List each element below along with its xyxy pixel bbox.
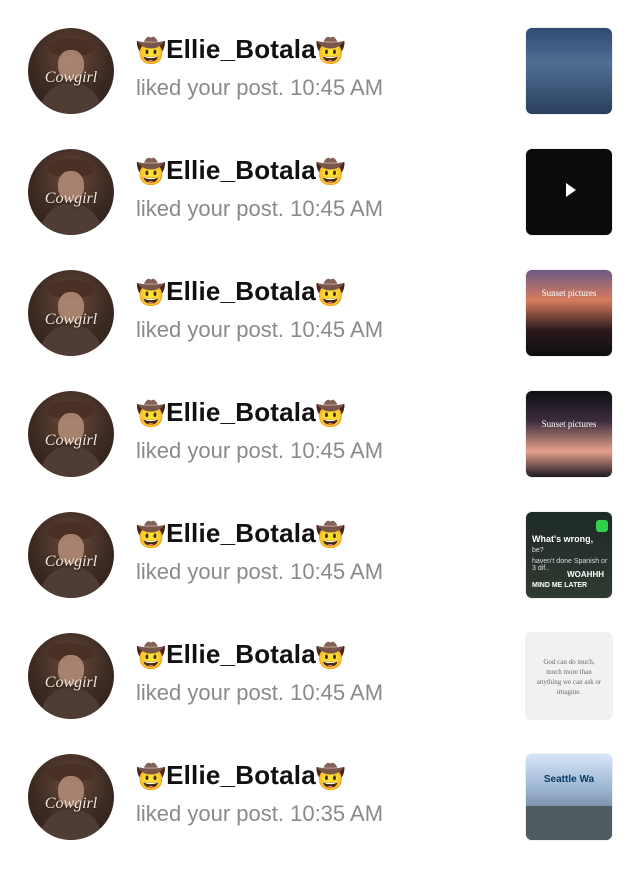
notification-text: liked your post. 10:45 AM <box>136 559 383 585</box>
shirt-shape <box>40 688 102 719</box>
message-text: liked your post. <box>136 196 284 221</box>
username-text: Ellie_Botala <box>166 518 316 548</box>
notification-text: liked your post. 10:35 AM <box>136 801 383 827</box>
timestamp: 10:45 AM <box>290 196 384 221</box>
username-text: Ellie_Botala <box>166 760 316 790</box>
notification-text: liked your post. 10:45 AM <box>136 196 383 222</box>
cowboy-emoji-icon: 🤠 <box>136 38 167 65</box>
cowboy-emoji-icon: 🤠 <box>136 764 167 791</box>
post-thumbnail[interactable]: Sunset pictures <box>526 270 612 356</box>
message-text: liked your post. <box>136 680 284 705</box>
avatar-logo-text: Cowgirl <box>44 69 98 86</box>
avatar[interactable]: Cowgirl <box>28 149 114 235</box>
message-text: liked your post. <box>136 438 284 463</box>
avatar-logo-text: Cowgirl <box>44 432 98 449</box>
timestamp: 10:45 AM <box>290 438 384 463</box>
shirt-shape <box>40 83 102 114</box>
notification-row[interactable]: Cowgirl 🤠Ellie_Botala🤠 liked your post. … <box>0 391 640 511</box>
play-icon <box>566 183 576 197</box>
thumbnail-caption: Sunset pictures <box>541 288 597 298</box>
thumbnail-title: What's wrong, <box>532 534 594 544</box>
road-shape <box>526 806 612 840</box>
username[interactable]: 🤠Ellie_Botala🤠 <box>136 760 346 792</box>
cowboy-emoji-icon: 🤠 <box>315 280 346 307</box>
username-text: Ellie_Botala <box>166 639 316 669</box>
username[interactable]: 🤠Ellie_Botala🤠 <box>136 639 346 671</box>
cowboy-emoji-icon: 🤠 <box>136 401 167 428</box>
notification-row[interactable]: Cowgirl 🤠Ellie_Botala🤠 liked your post. … <box>0 633 640 753</box>
thumbnail-caption: Sunset pictures <box>541 419 597 429</box>
notification-text: liked your post. 10:45 AM <box>136 680 383 706</box>
notification-row[interactable]: Cowgirl 🤠Ellie_Botala🤠 liked your post. … <box>0 149 640 269</box>
avatar-logo-text: Cowgirl <box>44 795 98 812</box>
shirt-shape <box>40 446 102 477</box>
message-text: liked your post. <box>136 801 284 826</box>
avatar-logo-text: Cowgirl <box>44 553 98 570</box>
username[interactable]: 🤠Ellie_Botala🤠 <box>136 397 346 429</box>
cowboy-emoji-icon: 🤠 <box>136 643 167 670</box>
post-thumbnail[interactable] <box>526 149 612 235</box>
message-text: liked your post. <box>136 559 284 584</box>
thumbnail-shout: WOAHHH <box>567 570 604 579</box>
timestamp: 10:45 AM <box>290 559 384 584</box>
username-text: Ellie_Botala <box>166 155 316 185</box>
username-text: Ellie_Botala <box>166 34 316 64</box>
username[interactable]: 🤠Ellie_Botala🤠 <box>136 34 346 66</box>
notification-list: Cowgirl 🤠Ellie_Botala🤠 liked your post. … <box>0 0 640 853</box>
cowboy-emoji-icon: 🤠 <box>315 522 346 549</box>
timestamp: 10:45 AM <box>290 317 384 342</box>
cowboy-emoji-icon: 🤠 <box>315 643 346 670</box>
timestamp: 10:45 AM <box>290 680 384 705</box>
notification-row[interactable]: Cowgirl 🤠Ellie_Botala🤠 liked your post. … <box>0 754 640 874</box>
shirt-shape <box>40 325 102 356</box>
timestamp: 10:45 AM <box>290 75 384 100</box>
avatar[interactable]: Cowgirl <box>28 754 114 840</box>
notification-row[interactable]: Cowgirl 🤠Ellie_Botala🤠 liked your post. … <box>0 270 640 390</box>
post-thumbnail[interactable]: God can do much, much more than anything… <box>526 633 612 719</box>
post-thumbnail[interactable]: What's wrong, be? haven't done Spanish o… <box>526 512 612 598</box>
cowboy-emoji-icon: 🤠 <box>315 401 346 428</box>
cowboy-emoji-icon: 🤠 <box>315 38 346 65</box>
cowboy-emoji-icon: 🤠 <box>136 522 167 549</box>
avatar[interactable]: Cowgirl <box>28 28 114 114</box>
cowboy-emoji-icon: 🤠 <box>136 280 167 307</box>
cowboy-emoji-icon: 🤠 <box>136 159 167 186</box>
post-thumbnail[interactable]: Sunset pictures <box>526 391 612 477</box>
message-text: liked your post. <box>136 75 284 100</box>
avatar[interactable]: Cowgirl <box>28 512 114 598</box>
notification-text: liked your post. 10:45 AM <box>136 75 383 101</box>
thumbnail-caption: Seattle Wa <box>543 774 595 785</box>
notification-text: liked your post. 10:45 AM <box>136 438 383 464</box>
post-thumbnail[interactable]: Seattle Wa <box>526 754 612 840</box>
thumbnail-footer: MIND ME LATER <box>532 582 588 589</box>
shirt-shape <box>40 204 102 235</box>
username-text: Ellie_Botala <box>166 276 316 306</box>
thumbnail-quote: God can do much, much more than anything… <box>536 658 602 696</box>
cowboy-emoji-icon: 🤠 <box>315 159 346 186</box>
post-thumbnail[interactable] <box>526 28 612 114</box>
notification-row[interactable]: Cowgirl 🤠Ellie_Botala🤠 liked your post. … <box>0 28 640 148</box>
username[interactable]: 🤠Ellie_Botala🤠 <box>136 518 346 550</box>
username[interactable]: 🤠Ellie_Botala🤠 <box>136 276 346 308</box>
username-text: Ellie_Botala <box>166 397 316 427</box>
avatar[interactable]: Cowgirl <box>28 270 114 356</box>
notification-row[interactable]: Cowgirl 🤠Ellie_Botala🤠 liked your post. … <box>0 512 640 632</box>
avatar[interactable]: Cowgirl <box>28 633 114 719</box>
message-text: liked your post. <box>136 317 284 342</box>
cowboy-emoji-icon: 🤠 <box>315 764 346 791</box>
avatar-logo-text: Cowgirl <box>44 311 98 328</box>
avatar-logo-text: Cowgirl <box>44 190 98 207</box>
avatar[interactable]: Cowgirl <box>28 391 114 477</box>
thumbnail-line: be? <box>532 547 544 554</box>
avatar-logo-text: Cowgirl <box>44 674 98 691</box>
shirt-shape <box>40 809 102 840</box>
username[interactable]: 🤠Ellie_Botala🤠 <box>136 155 346 187</box>
timestamp: 10:35 AM <box>290 801 384 826</box>
chat-bubble-icon <box>596 520 608 532</box>
shirt-shape <box>40 567 102 598</box>
notification-text: liked your post. 10:45 AM <box>136 317 383 343</box>
